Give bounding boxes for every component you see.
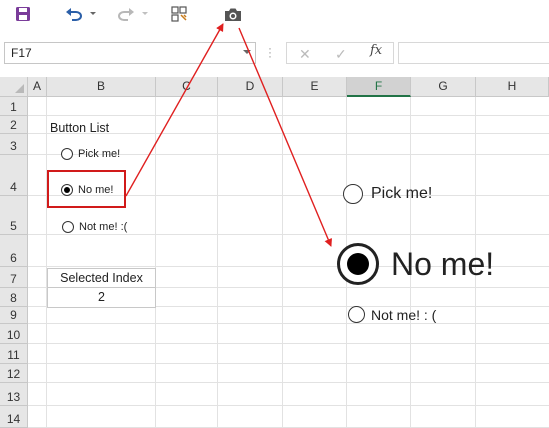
redo-button[interactable] xyxy=(114,3,138,25)
radio-label: Pick me! xyxy=(78,148,121,160)
row-header-9[interactable]: 9 xyxy=(0,307,28,324)
insert-function-button[interactable]: fx xyxy=(370,43,382,58)
row-header-12[interactable]: 12 xyxy=(0,364,28,383)
row-header-1[interactable]: 1 xyxy=(0,97,28,116)
row-header-6[interactable]: 6 xyxy=(0,235,28,267)
format-painter-button[interactable] xyxy=(168,3,190,25)
radio-circle-selected-icon xyxy=(61,184,73,196)
camera-radio-label: Not me! : ( xyxy=(371,306,437,323)
undo-dropdown-caret[interactable] xyxy=(90,12,96,15)
radio-circle-icon xyxy=(62,221,74,233)
save-icon xyxy=(16,7,30,21)
redo-dropdown-caret[interactable] xyxy=(142,12,148,15)
name-box[interactable]: F17 xyxy=(4,42,256,64)
formula-input[interactable] xyxy=(398,42,549,64)
camera-radio-label: Pick me! xyxy=(371,185,433,202)
cancel-icon[interactable]: ✕ xyxy=(299,46,311,63)
row-header-13[interactable]: 13 xyxy=(0,383,28,406)
selected-index-table: Selected Index 2 xyxy=(47,268,156,308)
radio-option-not-me[interactable]: Not me! :( xyxy=(62,221,127,233)
radio-option-no-me[interactable]: No me! xyxy=(61,184,113,196)
row-header-8[interactable]: 8 xyxy=(0,288,28,307)
row-header-4[interactable]: 4 xyxy=(0,155,28,196)
enter-icon[interactable]: ✓ xyxy=(335,46,347,63)
row-header-5[interactable]: 5 xyxy=(0,196,28,235)
column-header-f[interactable]: F xyxy=(347,77,411,97)
radio-label: Not me! :( xyxy=(79,221,128,233)
row-header-7[interactable]: 7 xyxy=(0,267,28,288)
undo-icon xyxy=(66,8,82,21)
radio-circle-icon xyxy=(348,306,365,323)
radio-circle-icon xyxy=(61,148,73,160)
selected-index-value[interactable]: 2 xyxy=(47,288,156,308)
column-header-h[interactable]: H xyxy=(476,77,549,97)
undo-button[interactable] xyxy=(62,3,86,25)
camera-radio-no-me: No me! xyxy=(337,243,494,285)
quick-access-toolbar xyxy=(0,0,549,30)
column-header-c[interactable]: C xyxy=(156,77,218,97)
camera-radio-label: No me! xyxy=(391,245,495,282)
radio-option-pick-me[interactable]: Pick me! xyxy=(61,148,120,160)
column-header-b[interactable]: B xyxy=(47,77,156,97)
name-box-dropdown-icon[interactable] xyxy=(243,50,251,54)
formula-bar-row: F17 · · · ✕ ✓ fx xyxy=(0,40,549,66)
column-header-e[interactable]: E xyxy=(283,77,347,97)
selected-index-header[interactable]: Selected Index xyxy=(47,268,156,288)
row-header-2[interactable]: 2 xyxy=(0,116,28,134)
radio-circle-icon xyxy=(343,184,363,204)
camera-radio-not-me: Not me! : ( xyxy=(348,306,436,323)
button-list-label: Button List xyxy=(50,121,110,135)
save-button[interactable] xyxy=(12,3,34,25)
column-header-d[interactable]: D xyxy=(218,77,283,97)
radio-circle-selected-icon xyxy=(337,243,379,285)
formula-bar-splitter[interactable]: · · · xyxy=(268,42,272,62)
name-box-value: F17 xyxy=(11,46,32,60)
format-painter-icon xyxy=(171,6,187,22)
radio-label: No me! xyxy=(78,184,114,196)
camera-radio-pick-me: Pick me! xyxy=(343,184,432,204)
redo-icon xyxy=(118,8,134,21)
camera-button[interactable] xyxy=(222,3,244,25)
row-header-11[interactable]: 11 xyxy=(0,344,28,364)
row-header-14[interactable]: 14 xyxy=(0,406,28,428)
select-all-corner[interactable] xyxy=(0,77,28,97)
row-header-3[interactable]: 3 xyxy=(0,134,28,155)
camera-icon xyxy=(225,8,241,21)
row-header-10[interactable]: 10 xyxy=(0,324,28,344)
column-header-g[interactable]: G xyxy=(411,77,476,97)
column-header-a[interactable]: A xyxy=(28,77,47,97)
